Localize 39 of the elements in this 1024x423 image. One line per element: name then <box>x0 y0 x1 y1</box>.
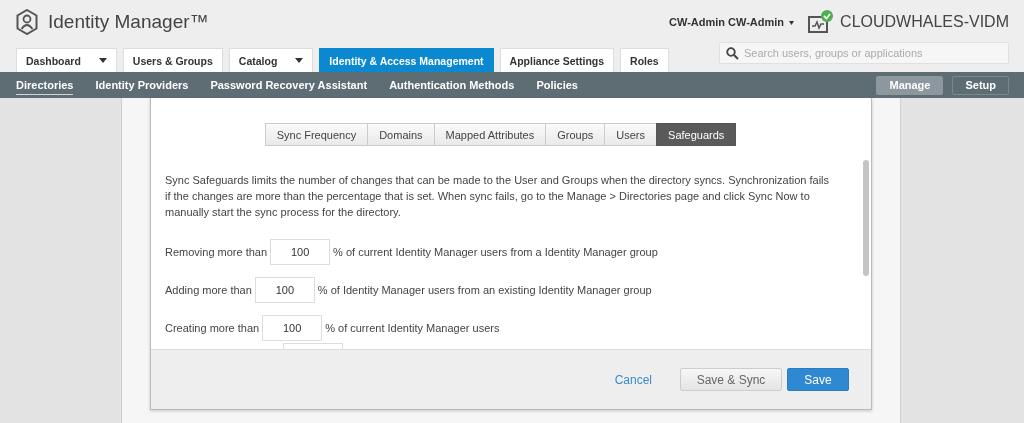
nav-tab[interactable]: Catalog <box>228 48 314 72</box>
field-label: Adding more than <box>165 284 252 296</box>
description-text: Sync Safeguards limits the number of changes that can be made to the User and Groups when the directory syncs. Synchronization fails if the changes are more than the percentage that is set. When sync fails, go to the Manage > Directories page and click Sync Now to manually start the sync process for the directory. <box>165 173 831 220</box>
nav-tab[interactable]: Dashboard <box>16 48 117 72</box>
logo-icon <box>16 9 38 35</box>
nav-tab[interactable]: Identity & Access Management <box>319 48 494 72</box>
dialog-tab[interactable]: Sync Frequency <box>264 123 369 146</box>
search-field[interactable]: Search users, groups or applications <box>719 42 1009 64</box>
dialog-button[interactable]: Save & Sync <box>680 368 782 391</box>
dialog-button[interactable]: Save <box>787 368 849 391</box>
nav-tab[interactable]: Roles <box>620 48 669 72</box>
search-icon <box>726 47 739 60</box>
caret-icon <box>789 21 795 26</box>
subnav-link[interactable]: Identity Providers <box>95 75 189 95</box>
percent-field[interactable]: 100 <box>262 315 323 341</box>
user-menu[interactable]: CW-Admin CW-Admin <box>669 16 803 28</box>
nav-tab[interactable]: Appliance Settings <box>499 48 615 72</box>
percent-field[interactable]: 100 <box>254 277 315 303</box>
field-suffix: % of current Identity Manager users <box>325 322 500 334</box>
monitor-check-icon <box>808 9 835 35</box>
field-suffix: % of current Identity Manager users from a Identity Manager group <box>333 246 658 258</box>
tenant-name: CLOUDWHALES-VIDM <box>840 13 1009 31</box>
dialog-tab[interactable]: Mapped Attributes <box>433 123 547 146</box>
scrollbar[interactable] <box>863 160 869 276</box>
subnav-link[interactable]: Authentication Methods <box>389 75 515 95</box>
nav-tab[interactable]: Users & Groups <box>122 48 223 72</box>
dialog-tab[interactable]: Groups <box>545 123 606 146</box>
field-suffix: % of Identity Manager users from an existing Identity Manager group <box>317 284 652 296</box>
dialog-tab[interactable]: Users <box>604 123 658 146</box>
percent-field[interactable]: 100 <box>270 239 331 265</box>
dialog-tab[interactable]: Domains <box>367 123 435 146</box>
subnav-link[interactable]: Password Recovery Assistant <box>210 75 368 95</box>
field-label: Removing more than <box>165 246 268 258</box>
subnav-link[interactable]: Policies <box>536 75 578 95</box>
dialog-tab[interactable]: Safeguards <box>656 123 737 146</box>
mode-button[interactable]: Setup <box>952 75 1009 95</box>
subnav-link[interactable]: Directories <box>16 75 74 95</box>
field-label: Creating more than <box>165 322 260 334</box>
app-title: Identity Manager™ <box>48 11 209 33</box>
